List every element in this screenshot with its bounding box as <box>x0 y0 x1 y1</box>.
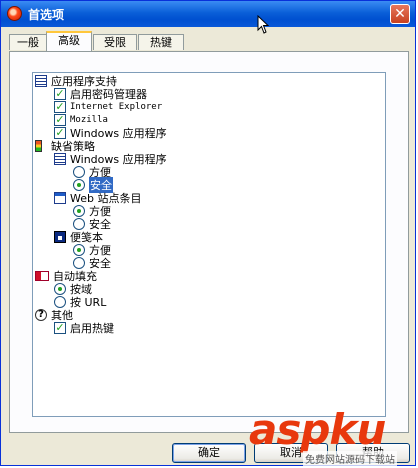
watermark-logo: aspku <box>249 405 386 454</box>
checkbox-password-manager[interactable]: ✓ 启用密码管理器 <box>54 87 147 101</box>
window-title: 首选项 <box>28 8 65 22</box>
checkbox-enable-hotkeys[interactable]: ✓ 启用热键 <box>54 321 114 335</box>
radio-button[interactable] <box>73 165 85 178</box>
list-icon <box>35 74 47 87</box>
checkbox-checked-icon[interactable]: ✓ <box>54 100 66 113</box>
checkbox-internet-explorer[interactable]: ✓ Internet Explorer <box>54 100 162 113</box>
tab-advanced[interactable]: 高级 <box>46 31 92 51</box>
close-button[interactable]: ✕ <box>390 4 410 24</box>
radio-button-selected[interactable] <box>54 282 66 295</box>
ok-button[interactable]: 确定 <box>172 443 246 463</box>
checkbox-checked-icon[interactable]: ✓ <box>54 87 66 100</box>
advanced-panel: 应用程序支持 ✓ 启用密码管理器 ✓ Internet Explorer ✓ M… <box>9 51 409 433</box>
list-icon <box>54 152 66 165</box>
radio-button-selected[interactable] <box>73 243 85 256</box>
radio-button-selected[interactable] <box>73 204 85 217</box>
settings-tree: 应用程序支持 ✓ 启用密码管理器 ✓ Internet Explorer ✓ M… <box>32 72 386 417</box>
checkbox-checked-icon[interactable]: ✓ <box>54 321 66 334</box>
radio-label: 按 URL <box>70 295 107 309</box>
autofill-icon <box>35 270 49 281</box>
section-other: ? 其他 <box>35 308 73 322</box>
traffic-light-icon <box>35 139 42 152</box>
mouse-cursor-icon <box>257 15 270 34</box>
notepad-icon <box>54 230 66 243</box>
checkbox-label: 启用热键 <box>70 321 114 335</box>
title-bar[interactable]: 首选项 ✕ <box>1 1 415 27</box>
tab-restricted[interactable]: 受限 <box>93 34 137 50</box>
window-icon <box>54 191 66 204</box>
help-icon: ? <box>35 308 47 321</box>
watermark-caption: 免费网站源码下载站 <box>303 451 397 466</box>
checkbox-label: Mozilla <box>70 114 108 125</box>
tab-hotkeys[interactable]: 热键 <box>138 34 184 50</box>
checkbox-checked-icon[interactable]: ✓ <box>54 113 66 126</box>
app-icon <box>7 6 22 21</box>
checkbox-label: Internet Explorer <box>70 101 163 112</box>
tab-general[interactable]: 一般 <box>9 34 47 50</box>
preferences-window: 首选项 ✕ 一般 高级 受限 热键 应用程序支持 ✓ 启用密码管理器 ✓ Int… <box>0 0 416 466</box>
